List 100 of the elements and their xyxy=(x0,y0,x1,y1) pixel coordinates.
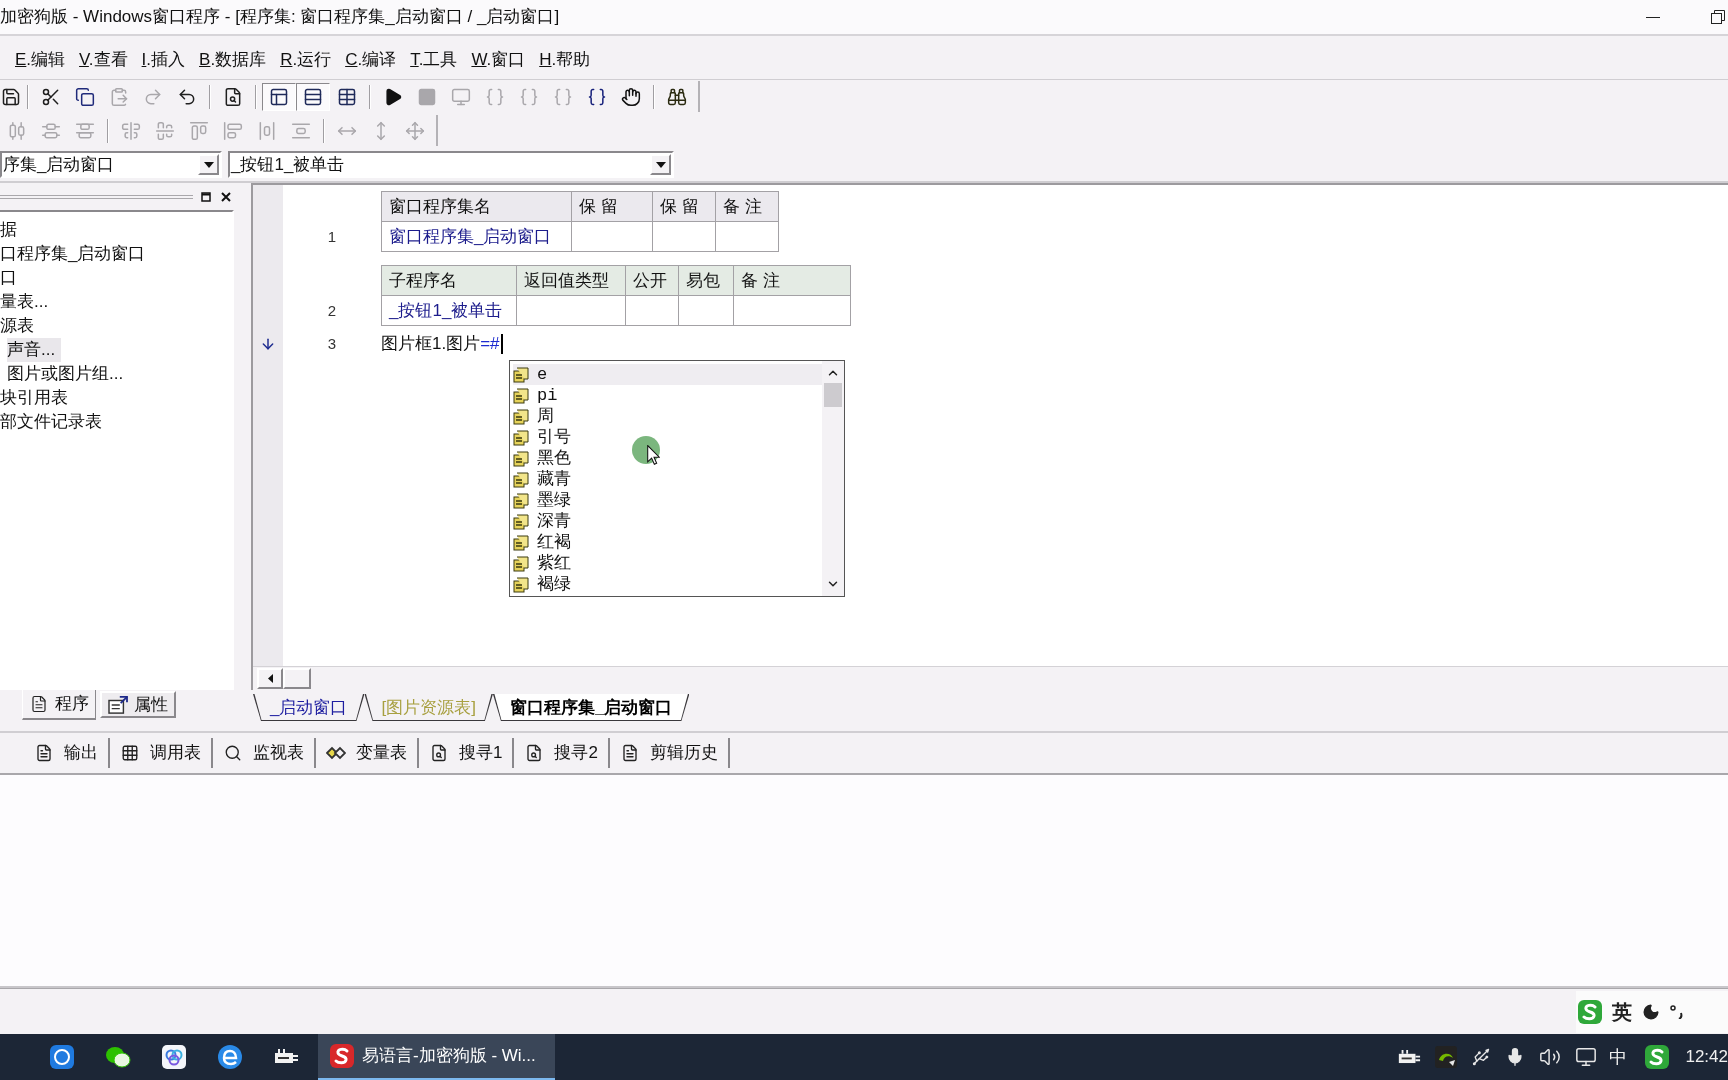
output-tab[interactable]: 调用表 xyxy=(110,738,213,768)
toolbar-button[interactable] xyxy=(296,82,330,111)
moon-icon[interactable] xyxy=(1642,1002,1660,1021)
tree-item[interactable]: 图片或图片组... xyxy=(7,362,130,386)
dropdown-button[interactable] xyxy=(650,154,671,175)
speaker-icon[interactable] xyxy=(1539,1046,1562,1068)
tree-item[interactable]: 口 xyxy=(0,266,23,290)
caret-icon xyxy=(203,161,214,168)
output-tab[interactable]: 剪辑历史 xyxy=(609,738,730,768)
tree-item[interactable]: 部文件记录表 xyxy=(0,410,108,434)
menu-item[interactable]: R.运行 xyxy=(280,46,332,73)
dotted-grid-icon xyxy=(120,744,140,762)
diamonds-icon xyxy=(326,744,346,762)
output-tab[interactable]: 变量表 xyxy=(316,738,419,768)
menu-item[interactable]: V.查看 xyxy=(79,46,128,73)
circle-logo-icon xyxy=(50,1045,74,1069)
table-cell xyxy=(716,222,779,252)
tree-item[interactable]: 声音... xyxy=(7,338,62,362)
column-header: 易包 xyxy=(679,266,734,296)
rings-icon xyxy=(162,1045,186,1069)
output-tab[interactable]: 监视表 xyxy=(213,738,316,768)
table-cell xyxy=(653,222,716,252)
taskbar-active-app[interactable]: 易语言-加密狗版 - Wi... xyxy=(318,1034,555,1080)
window-title: 加密狗版 - Windows窗口程序 - [程序集: 窗口程序集_启动窗口 / _启动窗口] xyxy=(0,6,560,29)
menu-item[interactable]: W.窗口 xyxy=(471,46,526,73)
dropdown-button[interactable] xyxy=(198,154,219,175)
input-indicator[interactable]: 中 xyxy=(1609,1043,1628,1071)
swoosh-logo-icon[interactable] xyxy=(1435,1046,1458,1068)
device-icon[interactable] xyxy=(1397,1048,1422,1066)
column-header: 备 注 xyxy=(716,192,779,222)
output-tab[interactable]: 输出 xyxy=(24,738,110,768)
tree-item[interactable]: 量表... xyxy=(0,290,55,314)
clock[interactable]: 12:42 xyxy=(1685,1044,1728,1070)
dropdown-field[interactable]: _按钮1_被单击 xyxy=(228,151,674,178)
column-header: 子程序名 xyxy=(382,266,517,296)
constant-icon xyxy=(513,450,529,467)
column-header: 保 留 xyxy=(572,192,653,222)
autocomplete-item[interactable]: 墨绿 xyxy=(513,490,822,511)
panel-tab[interactable]: 属性 xyxy=(100,691,176,718)
autocomplete-item[interactable]: 红褐 xyxy=(513,532,822,553)
swirl-logo-icon xyxy=(218,1045,242,1069)
constant-icon xyxy=(513,534,529,551)
table-cell xyxy=(679,296,734,326)
menu-item[interactable]: E.编辑 xyxy=(15,46,66,73)
tree-item[interactable]: 块引用表 xyxy=(0,386,74,410)
output-tab[interactable]: 搜寻2 xyxy=(514,738,610,768)
menu-item[interactable]: I.插入 xyxy=(141,46,186,73)
caret-icon xyxy=(655,161,666,168)
close-panel-button[interactable] xyxy=(219,189,233,204)
column-header: 公开 xyxy=(626,266,679,296)
autocomplete-item[interactable]: 周 xyxy=(513,406,822,427)
editor-tab[interactable]: _启动窗口 xyxy=(253,694,365,721)
autocomplete-item[interactable]: 褐绿 xyxy=(513,574,822,595)
restore-icon xyxy=(201,191,211,202)
left-triangle-icon xyxy=(267,674,273,683)
column-header: 窗口程序集名 xyxy=(382,192,572,222)
punctuation-icon[interactable] xyxy=(1670,1004,1684,1019)
autocomplete-item[interactable]: e xyxy=(513,364,822,385)
constant-icon xyxy=(513,513,529,530)
autocomplete-item[interactable]: pi xyxy=(513,385,822,406)
autocomplete-item[interactable]: 紫红 xyxy=(513,553,822,574)
tree-item[interactable]: 据 xyxy=(0,218,23,242)
device-icon xyxy=(273,1048,299,1066)
restore-panel-button[interactable] xyxy=(199,189,213,204)
scrollbar-thumb[interactable] xyxy=(283,668,311,689)
line-number: 1 xyxy=(327,226,337,247)
constant-icon xyxy=(513,492,529,509)
menu-item[interactable]: C.编译 xyxy=(345,46,397,73)
line-number: 2 xyxy=(327,300,337,321)
scroll-left-button[interactable] xyxy=(257,668,283,689)
chat-bubbles-icon xyxy=(105,1046,131,1068)
table-cell xyxy=(626,296,679,326)
column-header: 保 留 xyxy=(653,192,716,222)
constant-icon xyxy=(513,429,529,446)
autocomplete-item[interactable]: 引号 xyxy=(513,427,822,448)
editor-tab[interactable]: 窗口程序集_启动窗口 xyxy=(492,694,690,721)
autocomplete-item[interactable]: 黑色 xyxy=(513,448,822,469)
tree-item[interactable]: 口程序集_启动窗口 xyxy=(0,242,152,266)
line-number: 3 xyxy=(327,333,337,354)
scrollbar-thumb[interactable] xyxy=(824,383,842,407)
dropdown-field[interactable]: 序集_启动窗口 xyxy=(0,151,222,178)
ime-mode[interactable]: 英 xyxy=(1612,996,1632,1027)
usb-icon[interactable] xyxy=(1471,1046,1492,1068)
column-header: 备 注 xyxy=(734,266,851,296)
search-icon xyxy=(223,744,243,762)
menu-item[interactable]: T.工具 xyxy=(410,46,458,73)
code-line: 图片框1.图片=# xyxy=(381,333,500,356)
output-tab[interactable]: 搜寻1 xyxy=(419,738,515,768)
table-cell: _按钮1_被单击 xyxy=(382,296,517,326)
autocomplete-item[interactable]: 藏青 xyxy=(513,469,822,490)
tree-item[interactable]: 源表 xyxy=(0,314,40,338)
minimize-icon xyxy=(1646,16,1660,18)
menu-item[interactable]: H.帮助 xyxy=(539,46,591,73)
constant-icon xyxy=(513,408,529,425)
panel-tab[interactable]: 程序 xyxy=(22,690,96,720)
monitor-icon[interactable] xyxy=(1575,1046,1598,1068)
menu-item[interactable]: B.数据库 xyxy=(199,46,267,73)
close-icon xyxy=(221,191,231,202)
autocomplete-item[interactable]: 深青 xyxy=(513,511,822,532)
toolbar-button[interactable] xyxy=(262,82,296,111)
